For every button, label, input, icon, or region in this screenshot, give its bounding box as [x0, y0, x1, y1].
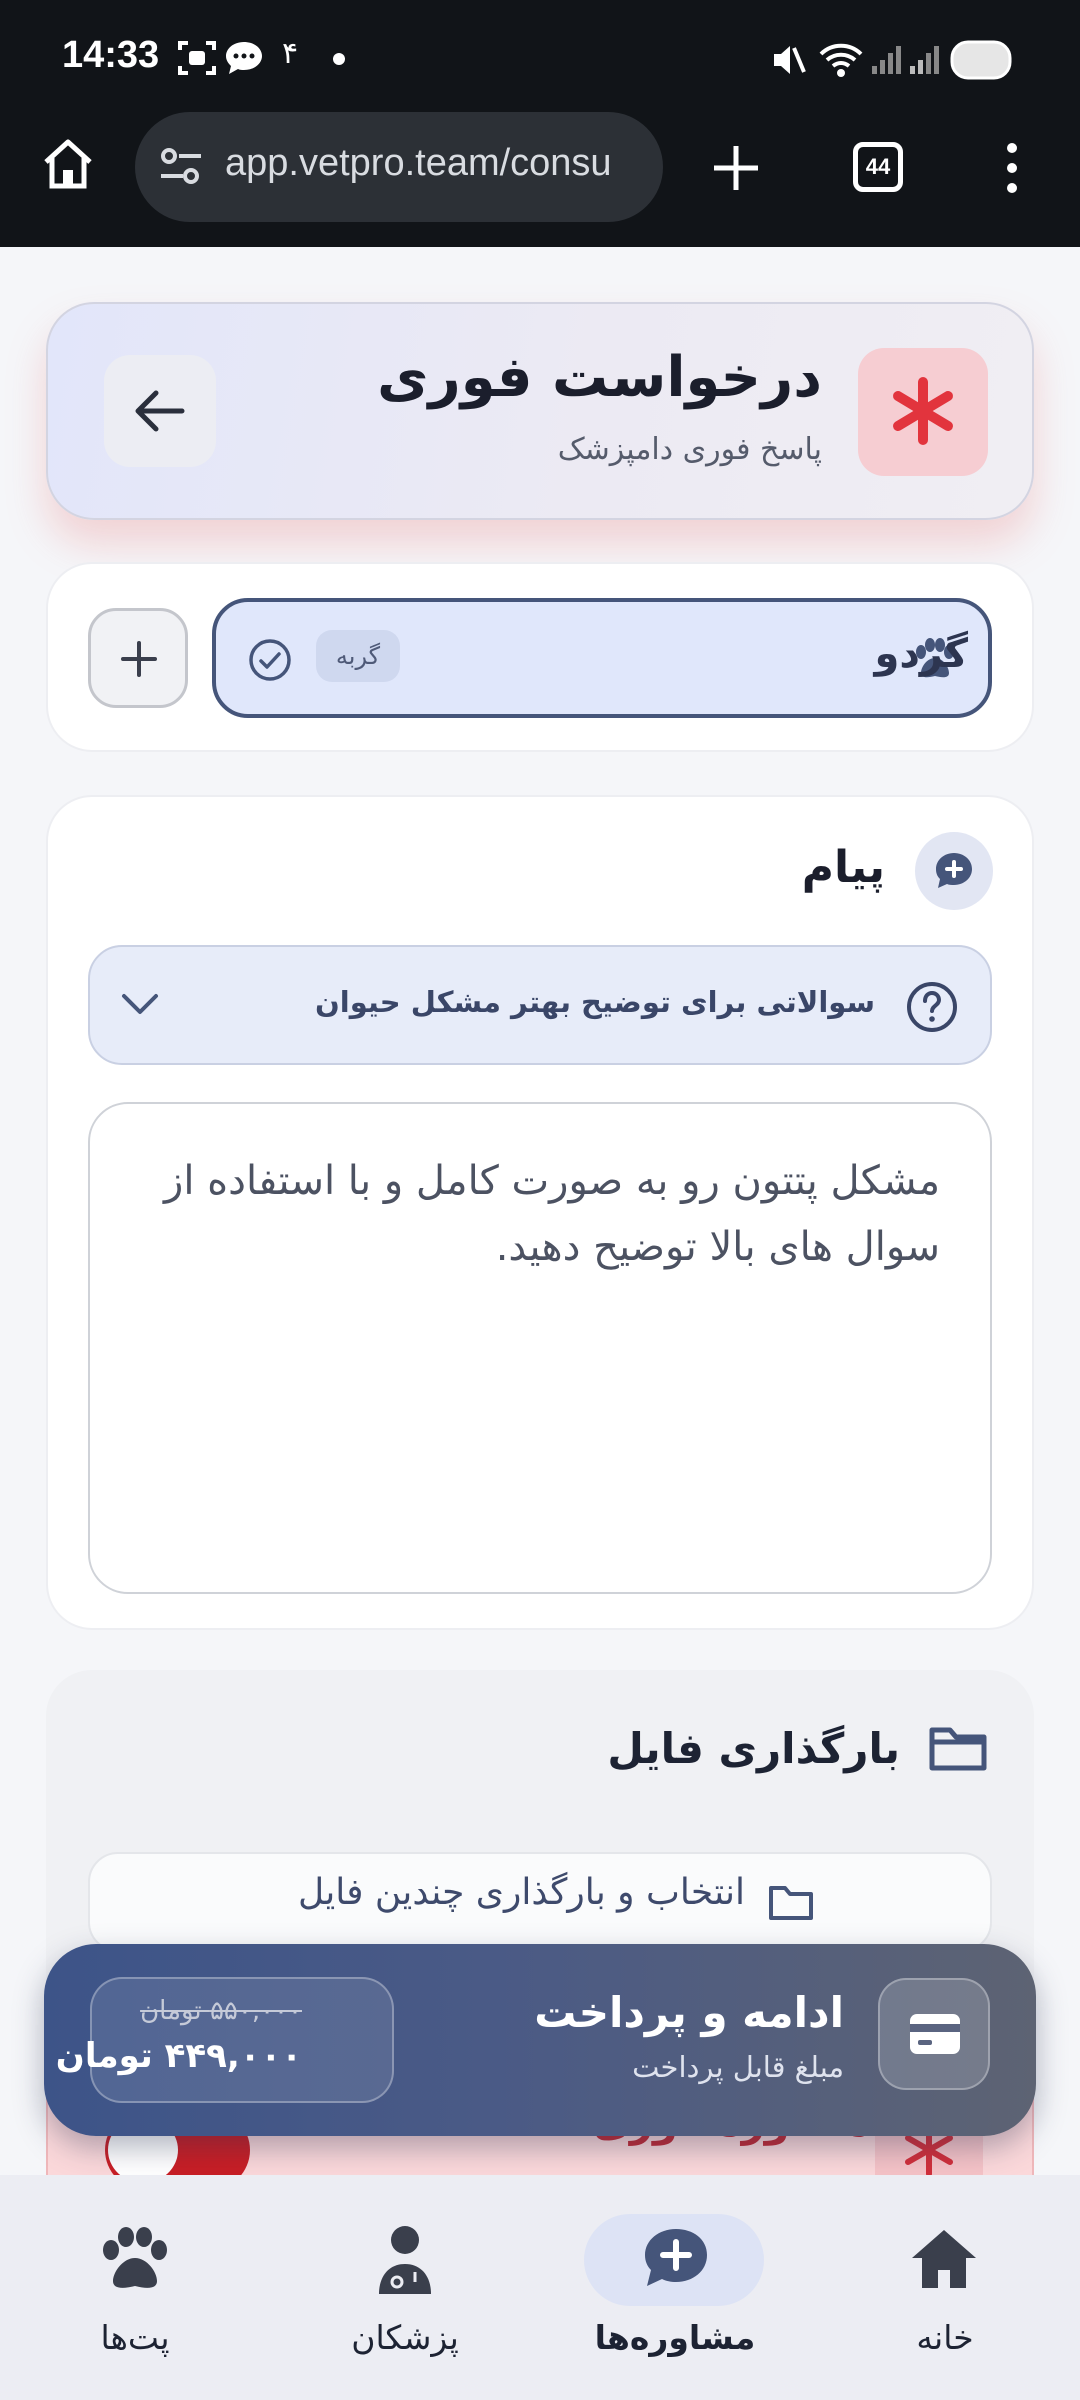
tab-switcher-button[interactable]: 44 — [853, 142, 903, 192]
credit-card-icon — [910, 2014, 960, 2054]
doctor-icon — [379, 2226, 431, 2294]
dot-icon — [333, 53, 345, 65]
asterisk-icon — [893, 377, 953, 445]
nav-label-home: خانه — [916, 2318, 974, 2357]
url-bar[interactable]: app.vetpro.team/consu — [135, 112, 663, 222]
plus-icon — [121, 641, 157, 677]
payment-title: ادامه و پرداخت — [534, 1988, 844, 2037]
new-tab-icon[interactable] — [710, 142, 762, 194]
screenshot-icon — [178, 41, 216, 75]
signal-2-icon — [910, 46, 939, 74]
nav-label-doctors: پزشکان — [351, 2318, 459, 2357]
site-settings-icon[interactable] — [159, 146, 203, 186]
battery-icon — [950, 40, 1012, 80]
folder-icon — [929, 1727, 987, 1771]
page-subtitle: پاسخ فوری دامپزشک — [557, 432, 822, 467]
paw-icon — [103, 2227, 167, 2288]
nav-label-consultations: مشاوره‌ها — [594, 2318, 756, 2357]
url-text[interactable]: app.vetpro.team/consu — [225, 142, 645, 185]
help-circle-icon — [907, 982, 957, 1032]
home-icon — [912, 2230, 976, 2288]
upload-files-label: انتخاب و بارگذاری چندین فایل — [297, 1872, 745, 1913]
final-price: ۴۴۹,۰۰۰ تومان — [55, 2036, 302, 2076]
questions-label: سوالاتی برای توضیح بهتر مشکل حیوان — [315, 985, 875, 1019]
chat-plus-icon — [645, 2229, 707, 2286]
page-title: درخواست فوری — [377, 345, 822, 410]
status-bar: 14:33 ۴ — [0, 0, 1080, 120]
nav-label-pets: پت‌ها — [100, 2318, 170, 2357]
message-placeholder: مشکل پتتون رو به صورت کامل و با استفاده … — [164, 1158, 940, 1270]
signal-1-icon — [872, 46, 901, 74]
wifi-icon — [819, 43, 863, 77]
more-menu-icon[interactable] — [998, 140, 1026, 196]
check-circle-icon — [249, 639, 291, 681]
notification-count: ۴ — [282, 36, 299, 71]
payment-subtitle: مبلغ قابل پرداخت — [632, 2050, 844, 2084]
chat-plus-icon — [936, 853, 972, 888]
status-time: 14:33 — [62, 34, 160, 76]
add-pet-button[interactable] — [88, 608, 188, 708]
browser-toolbar: app.vetpro.team/consu 44 — [0, 112, 1080, 247]
message-icon — [226, 42, 262, 74]
home-icon[interactable] — [40, 136, 96, 192]
pet-name: گردو — [874, 631, 968, 677]
upload-section-title: بارگذاری فایل — [607, 1724, 900, 1773]
pet-species-badge: گربه — [316, 630, 400, 682]
arrow-left-icon — [135, 390, 185, 432]
back-button[interactable] — [104, 355, 216, 467]
chevron-down-icon — [122, 994, 158, 1014]
message-section-title: پیام — [801, 842, 885, 893]
folder-outline-icon — [769, 1886, 813, 1920]
message-section-icon — [915, 832, 993, 910]
mute-icon — [774, 46, 806, 74]
old-price: ۵۵۰,۰۰۰ تومان — [140, 1996, 302, 2026]
payment-icon-tile — [878, 1978, 990, 2090]
emergency-badge — [858, 348, 988, 476]
